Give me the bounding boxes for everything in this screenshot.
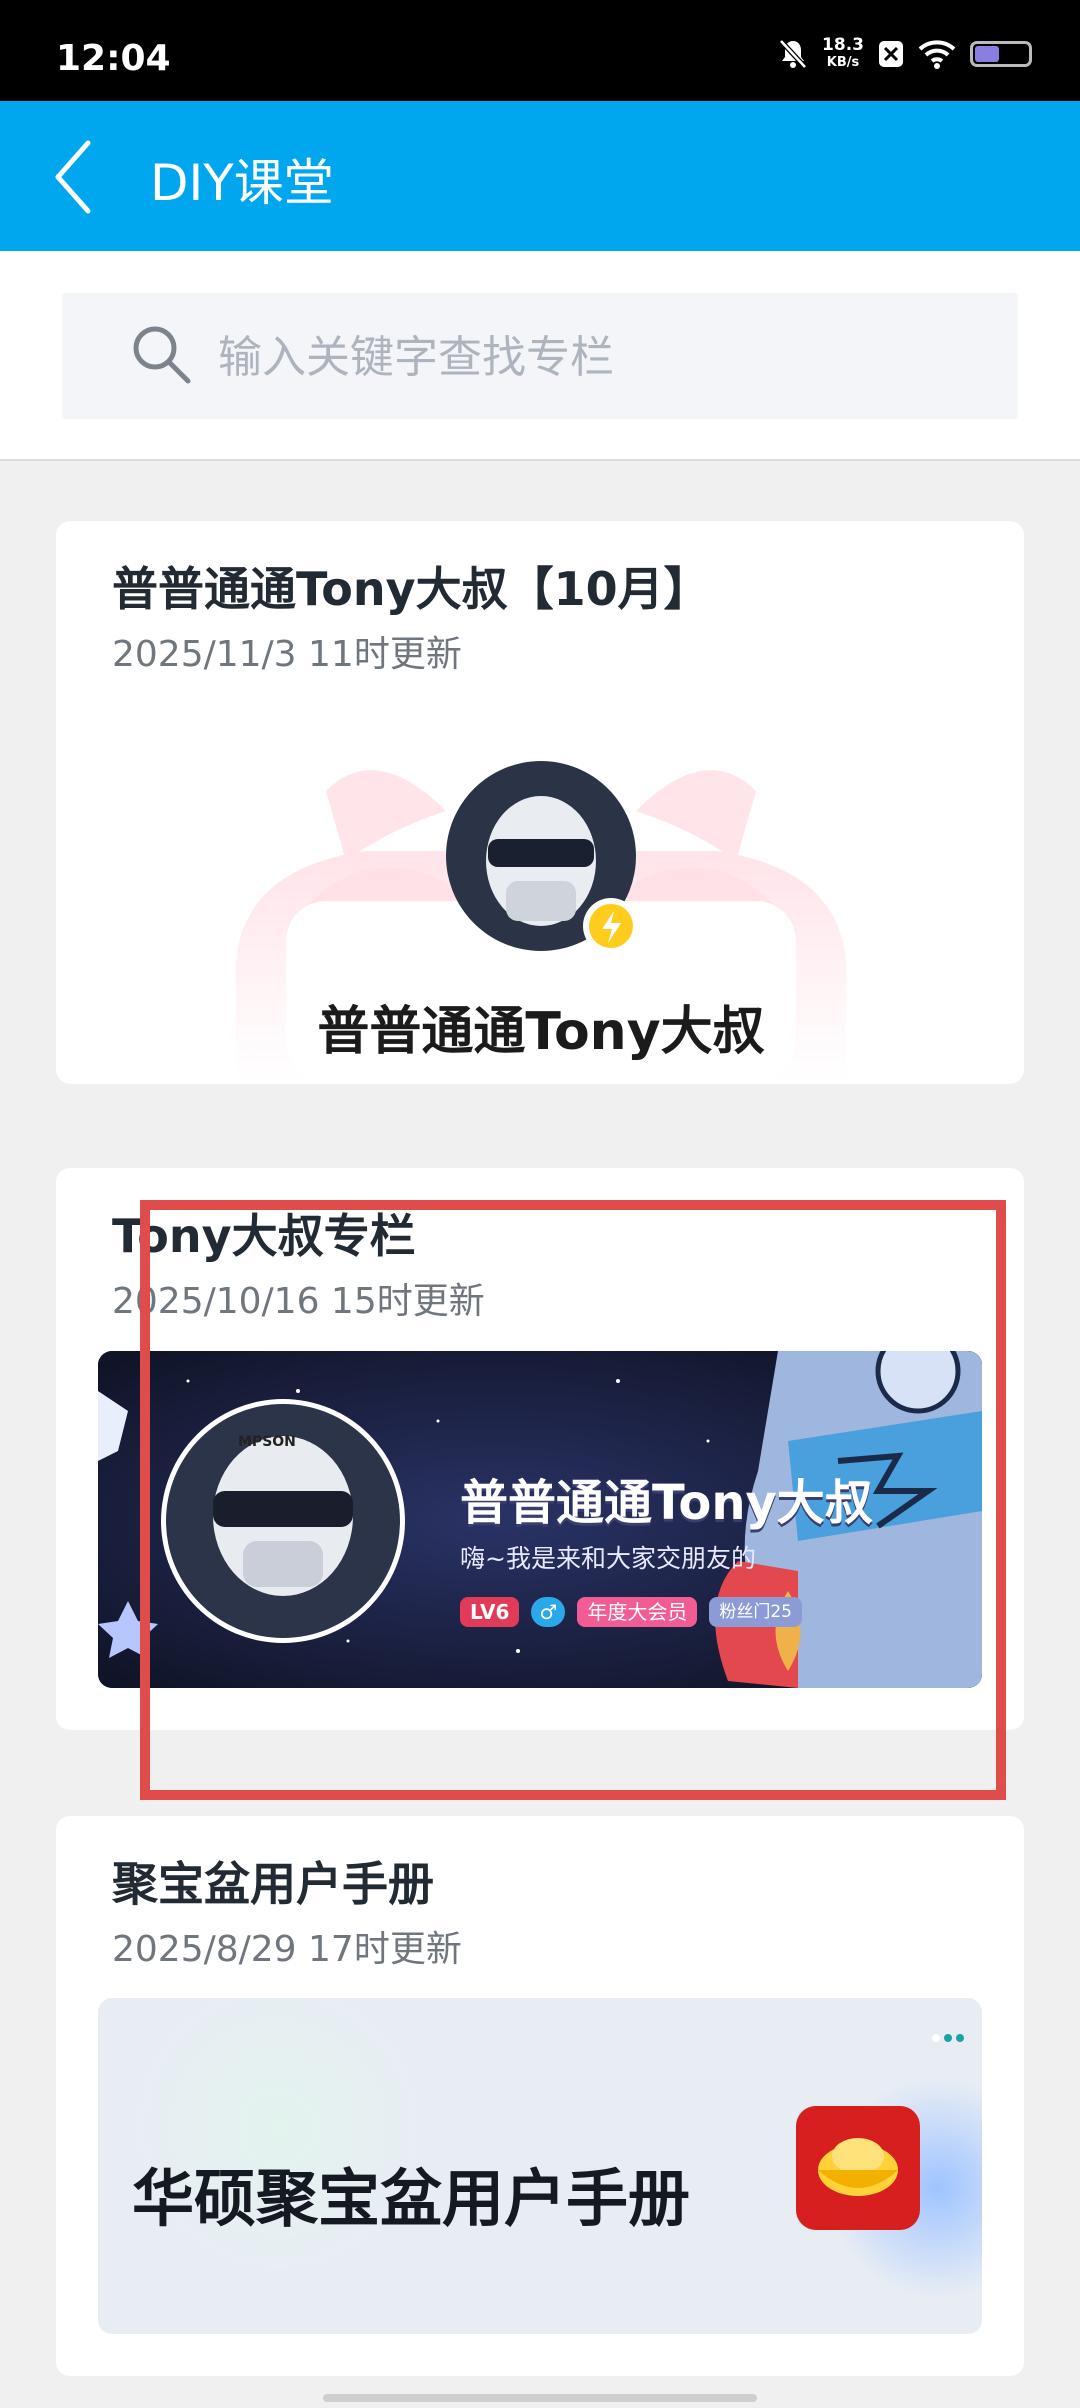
app-bar: DIY课堂 xyxy=(0,101,1080,251)
search-icon xyxy=(133,326,191,384)
card-update-time: 2025/11/3 11时更新 xyxy=(112,634,462,675)
search-section xyxy=(0,251,1080,461)
level-badge: LV6 xyxy=(460,1597,520,1627)
column-banner[interactable]: MPSON 普普通通Tony大叔 嗨~我是来和大家交朋友的 LV6 ♂ 年度大会… xyxy=(98,1351,982,1688)
status-time: 12:04 xyxy=(56,38,171,79)
status-bar: 12:04 18.3 KB/s xyxy=(0,0,1080,101)
search-input[interactable] xyxy=(216,321,980,393)
network-speed: 18.3 KB/s xyxy=(822,36,864,72)
card-title: Tony大叔专栏 xyxy=(112,1209,416,1263)
chevron-left-icon[interactable] xyxy=(48,137,98,217)
gender-badge: ♂ xyxy=(531,1597,566,1627)
nfc-icon xyxy=(879,41,903,67)
status-icons: 18.3 KB/s xyxy=(778,34,1032,74)
column-card[interactable]: 普普通通Tony大叔【10月】 2025/11/3 11时更新 普普通通Tony… xyxy=(56,521,1024,1084)
card-update-time: 2025/8/29 17时更新 xyxy=(112,1929,462,1970)
column-banner[interactable]: 华硕聚宝盆用户手册 xyxy=(98,1998,982,2334)
member-badge: 年度大会员 xyxy=(577,1597,698,1627)
card-title: 聚宝盆用户手册 xyxy=(112,1857,434,1911)
home-indicator xyxy=(323,2394,757,2402)
speed-unit: KB/s xyxy=(826,55,860,70)
card-cover: 普普通通Tony大叔 xyxy=(216,751,866,1081)
battery-icon xyxy=(970,41,1032,67)
mute-bell-icon xyxy=(779,39,807,69)
search-box[interactable] xyxy=(62,293,1018,419)
column-card[interactable]: Tony大叔专栏 2025/10/16 15时更新 MPSON 普普通通Tony… xyxy=(56,1168,1024,1730)
svg-text:MPSON: MPSON xyxy=(238,1434,296,1450)
banner-name: 普普通通Tony大叔 xyxy=(460,1475,873,1531)
treasure-bowl-app-icon xyxy=(796,2106,920,2230)
speed-value: 18.3 xyxy=(822,35,864,55)
card-update-time: 2025/10/16 15时更新 xyxy=(112,1281,485,1322)
cover-name: 普普通通Tony大叔 xyxy=(317,1002,765,1062)
banner-bio: 嗨~我是来和大家交朋友的 xyxy=(460,1544,756,1573)
page-title: DIY课堂 xyxy=(150,154,334,212)
fans-badge: 粉丝门25 xyxy=(709,1597,802,1627)
banner-title: 华硕聚宝盆用户手册 xyxy=(132,2162,691,2235)
column-card[interactable]: 聚宝盆用户手册 2025/8/29 17时更新 华硕聚宝盆用户手册 xyxy=(56,1816,1024,2376)
banner-tags: LV6 ♂ 年度大会员 粉丝门25 xyxy=(460,1597,802,1627)
wifi-icon xyxy=(918,40,956,69)
card-title: 普普通通Tony大叔【10月】 xyxy=(112,562,710,616)
